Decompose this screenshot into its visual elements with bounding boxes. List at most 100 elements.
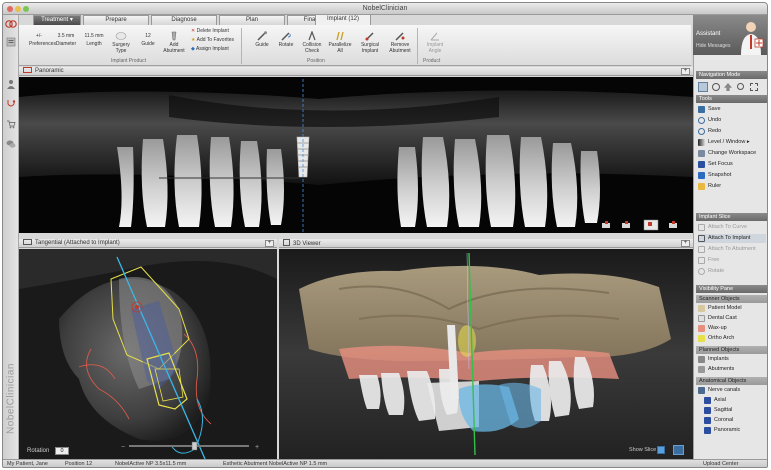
panoramic-view[interactable] [19,77,693,233]
eye-icon [704,427,711,434]
remove-abutment-button[interactable]: Remove Abutment [387,31,413,54]
tool-snapshot[interactable]: Snapshot [698,171,766,180]
ribbon-divider [417,28,418,64]
add-abutment-button[interactable]: Add Abutment [161,31,187,54]
tab-implant[interactable]: Implant (12) [315,14,371,25]
tool-redo[interactable]: Redo [698,127,766,136]
tab-diagnose[interactable]: Diagnose [151,15,217,25]
item-label: Abutments [708,366,735,372]
guide-button[interactable]: Guide [253,31,271,48]
surgery-type-button[interactable]: Surgery Type [109,31,133,54]
minimize-window-button[interactable] [15,6,21,12]
add-to-favorites-button[interactable]: ★ Add To Favorites [191,37,237,43]
option-label: Attach To Abutment [708,246,756,252]
visibility-item[interactable]: Nerve canals [698,386,766,395]
slice-free[interactable]: Free [698,256,766,265]
visibility-item[interactable]: Coronal [698,416,766,425]
tool-change-workspace[interactable]: Change Workspace [698,149,766,158]
visibility-item[interactable]: Abutments [698,365,766,374]
level-window-icon [698,139,705,146]
tab-plan[interactable]: Plan [219,15,285,25]
tangential-view[interactable]: − + Rotation 0 [19,249,277,459]
visibility-item[interactable]: Sagittal [698,406,766,415]
parallelize-all-button[interactable]: Parallelize All [327,31,353,54]
upload-center-link[interactable]: Upload Center [703,460,738,467]
implant-angle-button[interactable]: Implant Angle [423,31,447,54]
cart-icon[interactable] [6,119,16,129]
slice-mode-icon[interactable] [673,445,684,455]
tool-undo[interactable]: Undo [698,116,766,125]
delete-implant-button[interactable]: ✕ Delete Implant [191,28,237,34]
zoom-icon[interactable] [737,83,744,90]
attach-to-abutment[interactable]: Attach To Abutment [698,245,766,254]
parallelize-icon [336,31,344,41]
show-slice-checkbox[interactable] [657,446,665,454]
group-label-product: Implant Product [111,58,147,64]
stethoscope-icon[interactable] [6,99,16,109]
slice-rotate[interactable]: Rotate [698,267,766,276]
scanner-objects-group[interactable]: Scanner Objects [696,295,767,303]
save-icon [698,106,705,113]
visibility-item[interactable]: Patient Model [698,304,766,313]
delete-icon: ✕ [191,28,196,34]
pointer-icon[interactable] [698,82,708,92]
hide-messages-button[interactable]: Hide Messages [696,43,730,49]
ribbon-label: Collision Check [302,42,322,54]
preferences-button[interactable]: +/- Preferences [29,31,56,47]
tool-label: Level / Window [708,139,746,145]
surgical-implant-button[interactable]: Surgical Implant [357,31,383,54]
chat-icon[interactable] [6,139,16,149]
diameter-field[interactable]: 3.5 mm Diameter [55,31,77,47]
visibility-item[interactable]: Implants [698,355,766,364]
right-sidebar: Navigation Mode Tools Save Undo Redo Lev… [693,55,767,459]
eye-icon [698,305,705,312]
visibility-item[interactable]: Panoramic [698,426,766,435]
pan-icon[interactable] [724,83,732,91]
tool-ruler[interactable]: Ruler [698,182,766,191]
tools-section: Tools [696,95,767,103]
anatomical-objects-group[interactable]: Anatomical Objects [696,377,767,385]
visibility-item[interactable]: Dental Cast [698,314,766,323]
tool-set-focus[interactable]: Set Focus [698,160,766,169]
collision-check-button[interactable]: Collision Check [301,31,323,54]
ribbon-label: Guide [255,42,269,48]
group-label-position: Position [307,58,325,64]
fit-view-icon[interactable] [750,83,758,91]
length-field[interactable]: 11.5 mm Length [83,31,105,47]
assign-implant-button[interactable]: ◆ Assign Implant [191,46,237,52]
tool-label: Ruler [708,183,722,189]
close-window-button[interactable] [7,6,13,12]
planned-objects-group[interactable]: Planned Objects [696,346,767,354]
workflow-tabs: Treatment ▾ Prepare Diagnose Plan Finali… [31,14,691,25]
zoom-window-button[interactable] [23,6,29,12]
guide-field[interactable]: 12 Guide [139,31,157,47]
item-label: Axial [714,397,726,403]
assistant-avatar-icon [741,22,764,55]
tool-level-window[interactable]: Level / Window ▸ [698,138,766,147]
tab-treatment[interactable]: Treatment ▾ [33,15,81,25]
rotate-view-icon[interactable] [712,83,720,91]
maximize-button[interactable]: + [681,240,690,247]
status-patient: My Patient, Jane [7,461,48,467]
maximize-button[interactable]: + [681,68,690,75]
patient-icon[interactable] [6,79,16,89]
visibility-item[interactable]: Ortho Arch [698,334,766,343]
ribbon-label: Delete Implant [196,28,229,34]
tool-save[interactable]: Save [698,105,766,114]
treatment-icon[interactable] [6,37,16,47]
tangential-view-icon [23,239,32,245]
redo-icon [698,128,705,135]
tab-label: Prepare [105,17,127,23]
tab-prepare[interactable]: Prepare [83,15,149,25]
workspace-icon [698,150,705,157]
visibility-item[interactable]: Wax-up [698,324,766,333]
attach-to-curve[interactable]: Attach To Curve [698,223,766,232]
surgical-implant-icon [365,32,374,41]
free-icon [698,257,705,264]
attach-to-implant[interactable]: Attach To Implant [698,234,766,243]
maximize-button[interactable]: + [265,240,274,247]
rotate-button[interactable]: Rotate [275,31,297,48]
3d-viewer[interactable]: Show Slice [279,249,693,459]
visibility-item[interactable]: Axial [698,396,766,405]
rotation-input[interactable]: 0 [55,447,69,455]
